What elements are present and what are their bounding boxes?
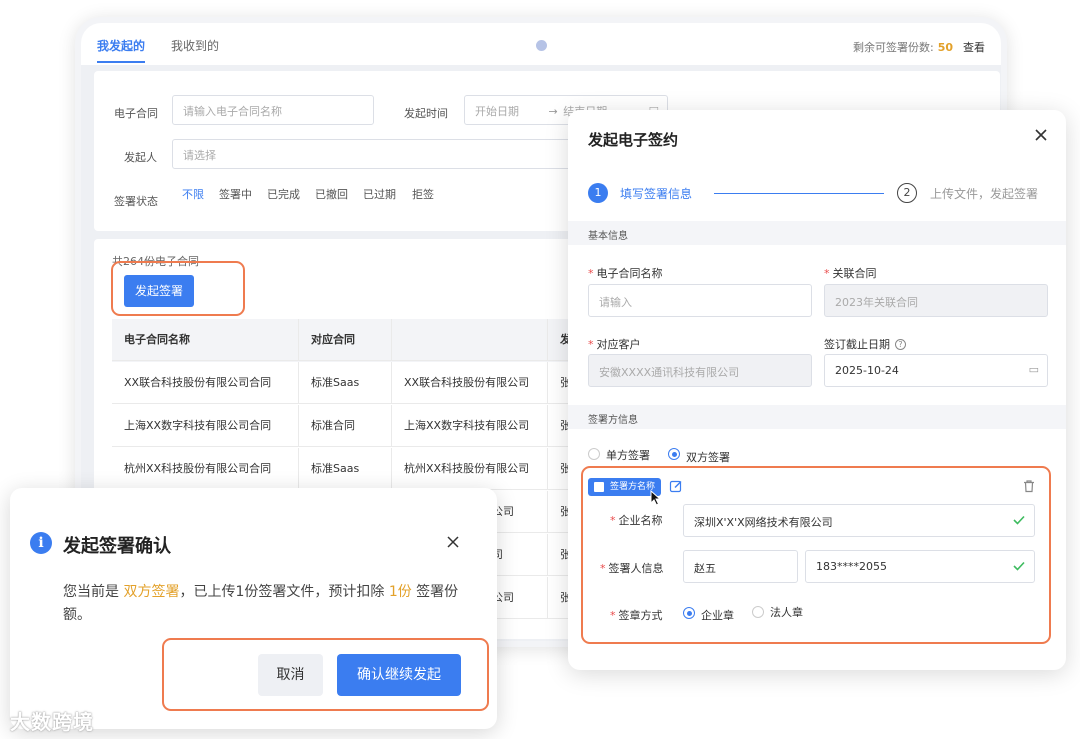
tab-underline [97, 61, 146, 63]
cell-company: XX联合科技股份有限公司 [392, 362, 548, 404]
header-empty [392, 319, 548, 361]
legal-seal-radio[interactable] [752, 606, 764, 618]
help-icon: ? [895, 339, 906, 350]
company-label: * 企业名称 [610, 514, 663, 527]
related-contract-label: * 关联合同 [824, 267, 877, 280]
contract-name-label: * 电子合同名称 [588, 267, 663, 280]
view-link[interactable]: 查看 [963, 41, 985, 54]
company-input[interactable]: 深圳X'X'X网络技术有限公司 [683, 504, 1035, 537]
step1-label: 填写签署信息 [620, 187, 693, 201]
double-sign-label: 双方签署 [686, 451, 730, 464]
company-seal-radio[interactable] [683, 607, 695, 619]
cell-related: 标准Saas [299, 448, 392, 490]
seal-label: * 签章方式 [610, 609, 663, 622]
highlight-box [111, 261, 245, 316]
section-basic-info: 基本信息 [568, 221, 1066, 245]
cancel-button[interactable]: 取消 [258, 654, 323, 696]
sign-mode: 双方签署 [123, 584, 180, 600]
document-icon [594, 482, 604, 492]
initiator-label: 发起人 [124, 151, 157, 164]
signer-phone-input[interactable]: 183****2055 [805, 550, 1035, 583]
remaining-label: 剩余可签署份数: [852, 41, 934, 54]
deduct-amount: 1份 [388, 584, 412, 600]
single-sign-label: 单方签署 [606, 449, 650, 462]
header-contract-name: 电子合同名称 [112, 319, 299, 361]
camera-dot [536, 40, 547, 51]
confirm-button[interactable]: 确认继续发起 [337, 654, 461, 696]
status-signing[interactable]: 签署中 [219, 186, 252, 202]
top-bar: 我发起的 我收到的 剩余可签署份数: 50 查看 [81, 23, 1001, 65]
close-icon[interactable] [1032, 126, 1050, 144]
watermark: 大数跨境 [10, 710, 94, 734]
signer-name-input[interactable]: 赵五 [683, 550, 798, 583]
related-contract-input[interactable]: 2023年关联合同 [824, 284, 1048, 317]
cell-company: 杭州XX科技股份有限公司 [392, 448, 548, 490]
status-expired[interactable]: 已过期 [363, 186, 396, 202]
close-icon[interactable] [445, 534, 461, 550]
cell-contract-name: 杭州XX科技股份有限公司合同 [112, 448, 299, 490]
confirm-title: 发起签署确认 [63, 536, 171, 557]
customer-input[interactable]: 安徽XXXX通讯科技有限公司 [588, 354, 812, 387]
remaining-count: 剩余可签署份数: 50 查看 [853, 39, 985, 55]
confirm-dialog: i 发起签署确认 您当前是 双方签署，已上传1份签署文件，预计扣除 1份 签署份… [10, 488, 497, 729]
initiator-select[interactable]: 请选择 [172, 139, 592, 169]
contract-name-input[interactable]: 请输入 [588, 284, 812, 317]
check-icon [1013, 515, 1025, 525]
cell-contract-name: XX联合科技股份有限公司合同 [112, 362, 299, 404]
start-date-placeholder: 开始日期 [475, 105, 519, 118]
status-completed[interactable]: 已完成 [267, 186, 300, 202]
modal-title: 发起电子签约 [588, 131, 679, 149]
deadline-input[interactable]: 2025-10-24 ▭ [824, 354, 1048, 387]
remaining-number: 50 [937, 41, 953, 54]
company-seal-label: 企业章 [701, 609, 734, 622]
step-line [714, 193, 884, 194]
contract-label: 电子合同 [114, 107, 158, 120]
section-party-info: 签署方信息 [568, 405, 1066, 429]
sign-modal: 发起电子签约 1 填写签署信息 2 上传文件，发起签署 基本信息 * 电子合同名称… [568, 110, 1066, 670]
edit-icon[interactable] [669, 479, 683, 493]
contract-search-input[interactable]: 请输入电子合同名称 [172, 95, 374, 125]
double-sign-radio[interactable] [668, 448, 680, 460]
arrow-right-icon: → [548, 105, 558, 118]
customer-label: * 对应客户 [588, 338, 641, 351]
tab-sent-label: 我发起的 [97, 39, 146, 53]
deadline-label: 签订截止日期? [824, 336, 906, 352]
status-rejected[interactable]: 拒签 [412, 186, 434, 202]
single-sign-radio[interactable] [588, 448, 600, 460]
step2-label: 上传文件，发起签署 [930, 187, 1039, 201]
cell-company: 上海XX数字科技有限公司 [392, 405, 548, 447]
header-related-contract: 对应合同 [299, 319, 392, 361]
trash-icon[interactable] [1022, 479, 1036, 493]
cell-related: 标准Saas [299, 362, 392, 404]
tab-received[interactable]: 我收到的 [171, 37, 219, 54]
info-icon: i [30, 532, 52, 554]
signer-label: * 签署人信息 [600, 562, 664, 575]
cell-related: 标准合同 [299, 405, 392, 447]
status-withdrawn[interactable]: 已撤回 [315, 186, 348, 202]
status-all[interactable]: 不限 [182, 186, 204, 202]
time-label: 发起时间 [404, 107, 448, 120]
status-label: 签署状态 [114, 195, 158, 208]
step2-circle: 2 [897, 183, 917, 203]
calendar-icon: ▭ [1028, 363, 1039, 376]
tab-sent[interactable]: 我发起的 [97, 37, 146, 63]
step1-circle: 1 [588, 183, 608, 203]
legal-seal-label: 法人章 [770, 606, 803, 619]
cell-contract-name: 上海XX数字科技有限公司合同 [112, 405, 299, 447]
cursor-icon [650, 490, 662, 506]
confirm-message: 您当前是 双方签署，已上传1份签署文件，预计扣除 1份 签署份额。 [63, 584, 459, 623]
check-icon [1013, 561, 1025, 571]
